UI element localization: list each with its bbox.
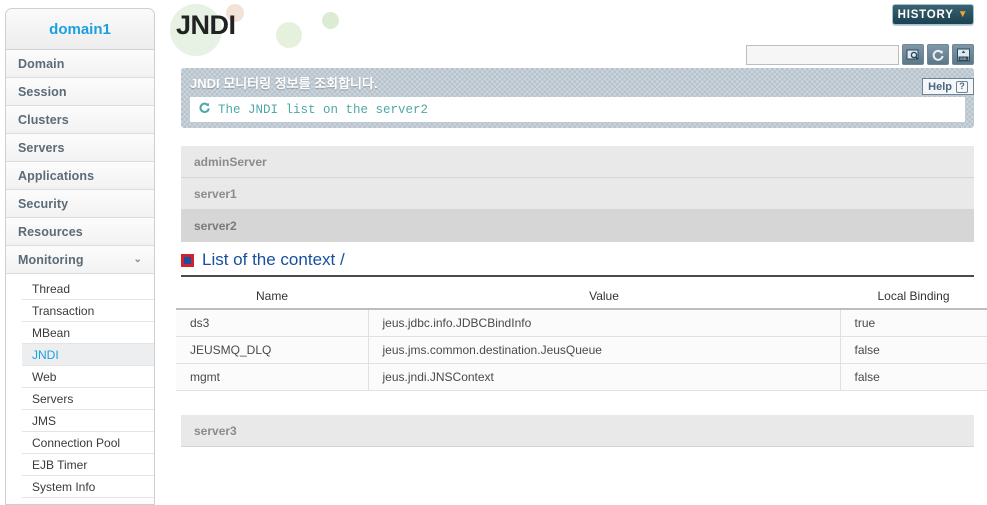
refresh-icon [198, 101, 211, 118]
column-header-value[interactable]: Value [368, 283, 840, 310]
sidebar-subitem-thread[interactable]: Thread [22, 278, 154, 300]
sidebar-item-label: Monitoring [18, 253, 84, 267]
server-row-label: server2 [194, 219, 237, 233]
app-root: domain1 Domain Session Clusters Servers … [0, 0, 987, 505]
sidebar-subitem-web[interactable]: Web [22, 366, 154, 388]
decorative-circle-icon [322, 12, 339, 29]
sidebar-nav: Domain Session Clusters Servers Applicat… [6, 50, 154, 274]
domain-header[interactable]: domain1 [6, 9, 154, 50]
server-list-bottom: server3 [181, 415, 974, 447]
sidebar-subitem-label: JMS [32, 414, 56, 428]
xml-export-icon[interactable]: XML [952, 44, 974, 65]
sidebar-subitem-label: Transaction [32, 304, 95, 318]
server-row-label: server1 [194, 187, 237, 201]
cell-value: jeus.jdbc.info.JDBCBindInfo [368, 309, 841, 337]
sidebar-submenu-monitoring: Thread Transaction MBean JNDI Web Server… [6, 274, 154, 498]
sidebar: domain1 Domain Session Clusters Servers … [5, 8, 155, 505]
sidebar-item-monitoring[interactable]: Monitoring ⌄ [6, 246, 154, 274]
sidebar-item-label: Session [18, 85, 67, 99]
table-row[interactable]: ds3 jeus.jdbc.info.JDBCBindInfo true [176, 309, 987, 337]
sidebar-item-resources[interactable]: Resources [6, 218, 154, 246]
sidebar-subitem-ejb-timer[interactable]: EJB Timer [22, 454, 154, 476]
sidebar-subitem-transaction[interactable]: Transaction [22, 300, 154, 322]
help-label: Help [928, 80, 952, 93]
history-label: HISTORY [897, 8, 954, 21]
table-row[interactable]: mgmt jeus.jndi.JNSContext false [176, 363, 987, 391]
sidebar-item-label: Security [18, 197, 69, 211]
context-header: List of the context / [181, 250, 974, 277]
sidebar-subitem-label: MBean [32, 326, 71, 340]
server-row-server3[interactable]: server3 [181, 415, 974, 447]
search-toolbar: XML [746, 44, 974, 65]
server-list-top: adminServer server1 server2 [181, 146, 974, 242]
sidebar-item-label: Domain [18, 57, 65, 71]
sidebar-item-label: Resources [18, 225, 83, 239]
server-row-server1[interactable]: server1 [181, 178, 974, 210]
banner-title: JNDI 모니터링 정보를 조회합니다. [190, 76, 378, 91]
sidebar-subitem-label: Servers [32, 392, 74, 406]
banner-subtext-row: The JNDI list on the server2 [190, 97, 965, 122]
sidebar-item-domain[interactable]: Domain [6, 50, 154, 78]
sidebar-subitem-jms[interactable]: JMS [22, 410, 154, 432]
server-row-adminserver[interactable]: adminServer [181, 146, 974, 178]
sidebar-subitem-label: Web [32, 370, 57, 384]
search-icon[interactable] [902, 44, 924, 65]
chevron-down-icon: ⌄ [133, 254, 142, 265]
server-row-label: server3 [194, 424, 237, 438]
info-banner: JNDI 모니터링 정보를 조회합니다. The JNDI list on th… [181, 68, 974, 128]
help-button[interactable]: Help ? [922, 78, 974, 95]
sidebar-item-servers[interactable]: Servers [6, 134, 154, 162]
sidebar-item-label: Servers [18, 141, 65, 155]
sidebar-item-session[interactable]: Session [6, 78, 154, 106]
cell-value: jeus.jms.common.destination.JeusQueue [368, 336, 841, 364]
sidebar-item-applications[interactable]: Applications [6, 162, 154, 190]
sidebar-item-security[interactable]: Security [6, 190, 154, 218]
sidebar-subitem-mbean[interactable]: MBean [22, 322, 154, 344]
sidebar-subitem-label: EJB Timer [32, 458, 88, 472]
cell-local-binding: false [840, 336, 987, 364]
sidebar-subitem-label: Thread [32, 282, 71, 296]
context-title: List of the context / [202, 250, 345, 269]
cell-local-binding: false [840, 363, 987, 391]
sidebar-subitem-connection-pool[interactable]: Connection Pool [22, 432, 154, 454]
table-row[interactable]: JEUSMQ_DLQ jeus.jms.common.destination.J… [176, 336, 987, 364]
server-row-label: adminServer [194, 155, 267, 169]
column-header-local-binding[interactable]: Local Binding [840, 283, 987, 310]
sidebar-subitem-label: Connection Pool [32, 436, 121, 450]
cell-local-binding: true [840, 309, 987, 337]
history-button[interactable]: HISTORY ▼ [892, 4, 974, 25]
svg-text:XML: XML [959, 56, 966, 60]
server-row-server2[interactable]: server2 [181, 210, 974, 242]
table-header-row: Name Value Local Binding [176, 283, 987, 310]
sidebar-item-clusters[interactable]: Clusters [6, 106, 154, 134]
context-table: Name Value Local Binding ds3 jeus.jdbc.i… [176, 283, 987, 391]
question-mark-icon: ? [956, 80, 968, 93]
refresh-icon[interactable] [927, 44, 949, 65]
banner-subtext: The JNDI list on the server2 [218, 102, 429, 117]
sidebar-subitem-jndi[interactable]: JNDI [22, 344, 154, 366]
cell-value: jeus.jndi.JNSContext [368, 363, 841, 391]
sidebar-subitem-label: JNDI [32, 348, 59, 362]
red-blue-square-icon [181, 253, 194, 267]
sidebar-item-label: Applications [18, 169, 95, 183]
decorative-circle-icon [276, 22, 302, 48]
sidebar-subitem-servers[interactable]: Servers [22, 388, 154, 410]
column-header-name[interactable]: Name [176, 283, 368, 310]
sidebar-item-label: Clusters [18, 113, 69, 127]
cell-name: mgmt [176, 363, 369, 391]
cell-name: ds3 [176, 309, 369, 337]
chevron-down-icon: ▼ [957, 9, 969, 20]
page-title: JNDI [176, 10, 236, 40]
table-body: ds3 jeus.jdbc.info.JDBCBindInfo true JEU… [176, 309, 987, 391]
search-input[interactable] [746, 44, 899, 65]
table-header: Name Value Local Binding [176, 283, 987, 310]
sidebar-subitem-system-info[interactable]: System Info [22, 476, 154, 498]
cell-name: JEUSMQ_DLQ [176, 336, 369, 364]
sidebar-subitem-label: System Info [32, 480, 96, 494]
